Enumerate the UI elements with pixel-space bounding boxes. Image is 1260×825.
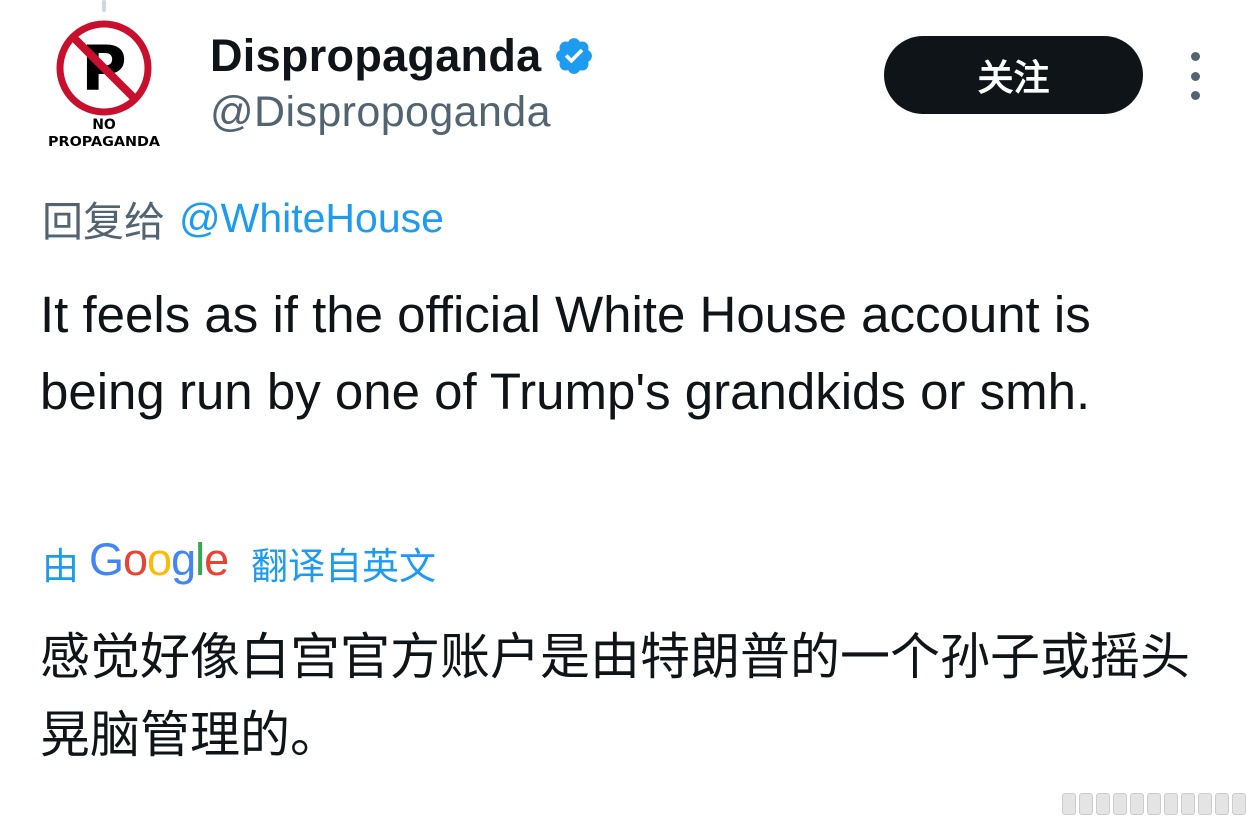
svg-text:NO: NO [92, 117, 116, 133]
google-logo: Google [89, 534, 237, 591]
reply-to-prefix: 回复给 [42, 199, 165, 245]
translation-from-label: 翻译自英文 [251, 546, 436, 587]
more-dot [1190, 52, 1200, 61]
tweet-page: P NO PROPAGANDA Dispropaganda @Dispropog… [0, 0, 1260, 825]
tweet-text: It feels as if the official White House … [40, 286, 1091, 420]
no-propaganda-logo: P NO PROPAGANDA [48, 20, 160, 150]
translated-tweet-text: 感觉好像白宫官方账户是由特朗普的一个孙子或摇头晃脑管理的。 [40, 628, 1190, 764]
thread-connector-line [102, 0, 106, 12]
follow-button[interactable]: 关注 [884, 36, 1143, 114]
replying-to: 回复给 @WhiteHouse [42, 188, 444, 248]
verified-badge-icon[interactable] [553, 35, 595, 77]
more-vertical-icon[interactable] [1180, 52, 1210, 100]
reply-to-mention-link[interactable]: @WhiteHouse [179, 195, 444, 242]
svg-text:PROPAGANDA: PROPAGANDA [48, 135, 160, 148]
watermark [1062, 793, 1246, 815]
avatar[interactable]: P NO PROPAGANDA [44, 16, 164, 150]
author-info: Dispropaganda @Dispropoganda [210, 28, 595, 137]
google-wordmark: Google [89, 535, 228, 585]
author-handle[interactable]: @Dispropoganda [210, 88, 595, 137]
more-dot [1190, 91, 1200, 100]
translation-attribution[interactable]: 由 Google 翻译自英文 [42, 533, 436, 593]
more-dot [1190, 71, 1200, 81]
author-display-name[interactable]: Dispropaganda [210, 30, 541, 82]
author-name-row: Dispropaganda [210, 28, 595, 84]
translation-by-label: 由 [42, 546, 79, 587]
